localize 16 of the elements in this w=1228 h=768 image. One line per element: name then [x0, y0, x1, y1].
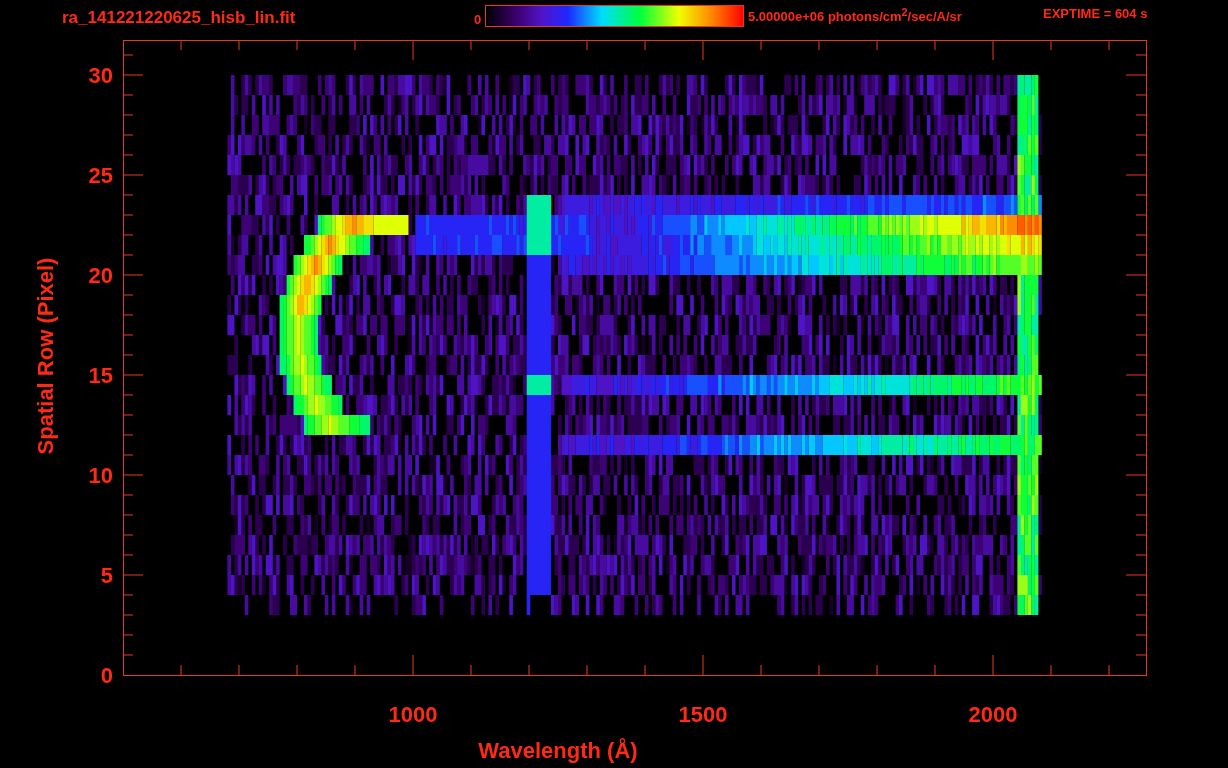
x-axis-title: Wavelength (Å) — [478, 738, 638, 763]
y-tick-label: 30 — [88, 63, 113, 88]
y-tick-label: 20 — [88, 263, 113, 288]
exposure-time: EXPTIME = 604 s — [1043, 6, 1148, 21]
y-tick-label: 25 — [88, 163, 113, 188]
y-tick-label: 0 — [100, 663, 113, 688]
colorbar-max-label: 5.00000e+06 photons/cm$^{2}$/sec/A/sr — [748, 6, 962, 25]
y-tick-label: 5 — [100, 563, 113, 588]
y-axis-title: Spatial Row (Pixel) — [33, 257, 58, 455]
file-name: ra_141221220625_hisb_lin.fit — [62, 8, 296, 27]
y-tick-label: 15 — [88, 363, 113, 388]
y-tick-label: 10 — [88, 463, 113, 488]
x-tick-label: 2000 — [968, 702, 1018, 727]
x-tick-label: 1000 — [388, 702, 438, 727]
colorbar-min-label: 0 — [474, 12, 482, 27]
x-tick-label: 1500 — [678, 702, 728, 727]
